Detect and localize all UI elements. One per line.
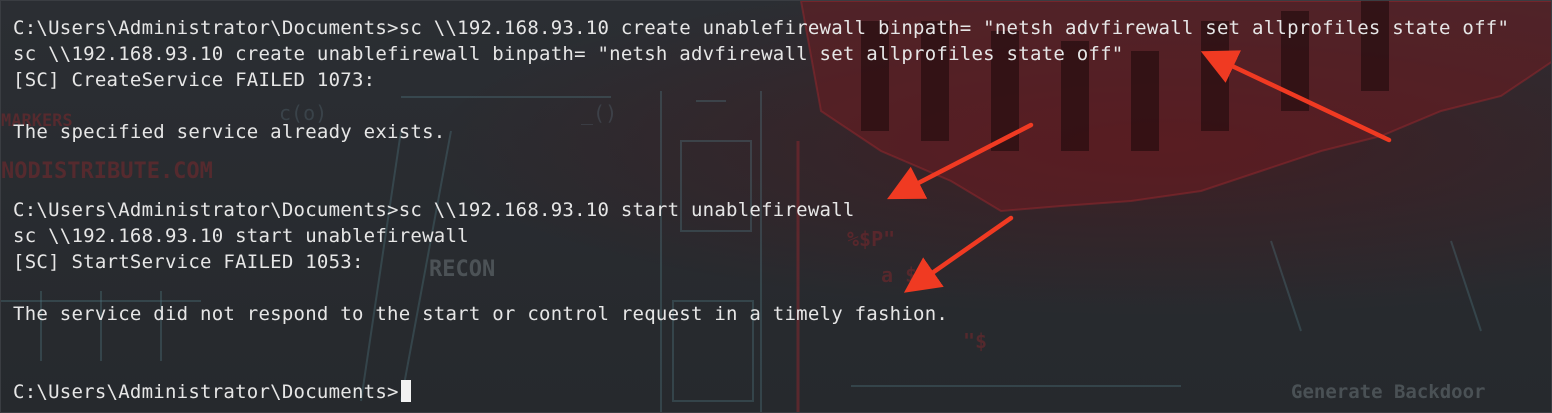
console-line: The service did not respond to the start… — [13, 303, 949, 325]
terminal-window[interactable]: MARKERS NODISTRIBUTE.COM RECON %$P" a $$… — [0, 0, 1552, 413]
text-cursor — [400, 380, 411, 402]
console-line: [SC] StartService FAILED 1053: — [13, 251, 364, 273]
console-output[interactable]: C:\Users\Administrator\Documents> sc \\19… — [13, 15, 1551, 405]
console-line: C:\Users\Administrator\Documents>sc \\19… — [13, 199, 855, 221]
console-line: [SC] CreateService FAILED 1073: — [13, 69, 376, 91]
prompt-line[interactable]: C:\Users\Administrator\Documents> — [13, 379, 1551, 405]
console-line: C:\Users\Administrator\Documents>sc \\19… — [13, 17, 1510, 39]
console-line: sc \\192.168.93.10 create unablefirewall… — [13, 43, 1124, 65]
prompt-text: C:\Users\Administrator\Documents> — [13, 381, 399, 403]
console-line: sc \\192.168.93.10 start unablefirewall — [13, 225, 469, 247]
console-line: The specified service already exists. — [13, 121, 446, 143]
